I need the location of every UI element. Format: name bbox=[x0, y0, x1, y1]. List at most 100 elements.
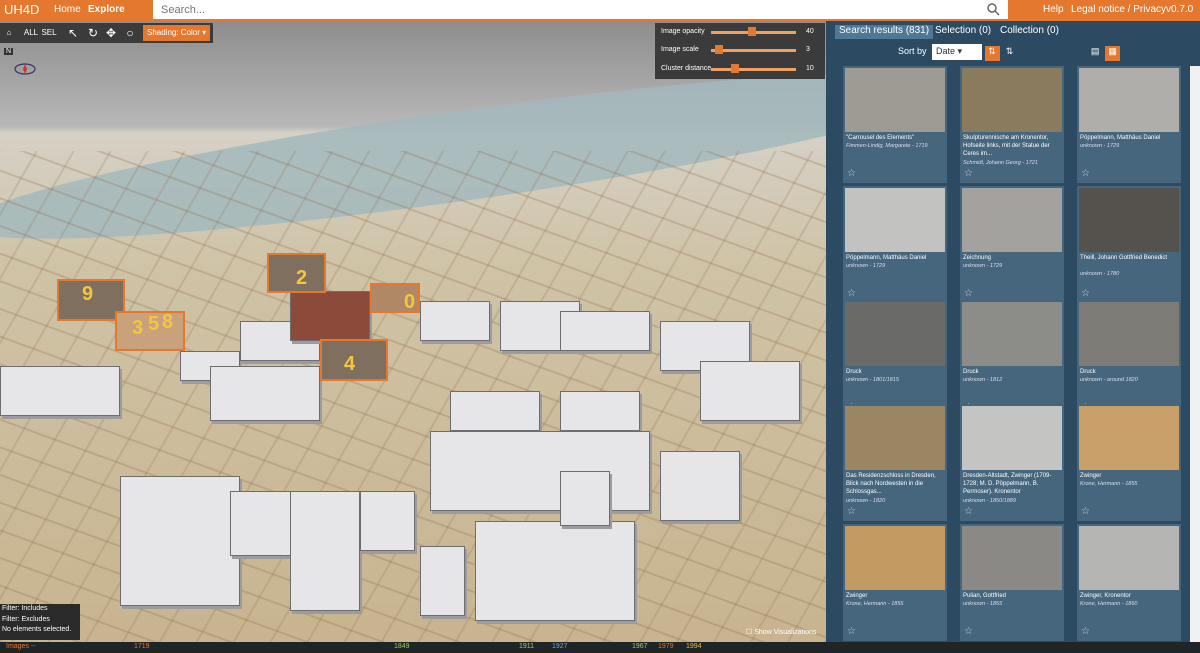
nav-home[interactable]: Home bbox=[54, 4, 81, 15]
home-icon[interactable]: ⌂ bbox=[0, 24, 18, 42]
slider-knob[interactable] bbox=[731, 64, 739, 73]
tab-collection[interactable]: Collection (0) bbox=[996, 25, 1063, 39]
cluster-count[interactable]: 4 bbox=[344, 353, 355, 376]
timeline[interactable]: Images -- 1719 1849 1911 1927 1967 1979 … bbox=[0, 642, 1200, 653]
zoom-sel-icon[interactable]: SEL bbox=[40, 24, 58, 42]
result-card[interactable]: Das Residenzschloss in Dresden, Blick na… bbox=[843, 404, 947, 521]
slider-knob[interactable] bbox=[748, 27, 756, 36]
cluster-count[interactable]: 5 bbox=[148, 313, 159, 336]
result-thumbnail[interactable] bbox=[962, 188, 1062, 252]
result-card[interactable]: Theill, Johann Gottfried Benedict unknown… bbox=[1077, 186, 1181, 303]
result-thumbnail[interactable] bbox=[962, 68, 1062, 132]
image-opacity-slider[interactable]: Image opacity 40 bbox=[661, 26, 821, 38]
image-scale-slider[interactable]: Image scale 3 bbox=[661, 44, 821, 56]
results-scrollbar[interactable] bbox=[1190, 66, 1200, 642]
result-thumbnail[interactable] bbox=[1079, 526, 1179, 590]
result-thumbnail[interactable] bbox=[962, 406, 1062, 470]
result-card[interactable]: Dresden-Altstadt, Zwinger (1709-1728; M.… bbox=[960, 404, 1064, 521]
select-icon[interactable]: ↖ bbox=[64, 24, 82, 42]
star-icon[interactable]: ☆ bbox=[847, 168, 856, 179]
sort-asc-icon[interactable]: ⇅ bbox=[1002, 46, 1017, 61]
star-icon[interactable]: ☆ bbox=[964, 626, 973, 637]
cluster-count[interactable]: 2 bbox=[296, 267, 307, 290]
result-card[interactable]: "Carrousel des Elements" Fimmen-Lindig, M… bbox=[843, 66, 947, 183]
building bbox=[450, 391, 540, 431]
building-highlighted bbox=[290, 291, 370, 341]
result-thumbnail[interactable] bbox=[845, 68, 945, 132]
slider-label: Image opacity bbox=[661, 28, 705, 35]
sort-select[interactable]: Date ▾ bbox=[932, 44, 983, 60]
star-icon[interactable]: ☆ bbox=[1081, 168, 1090, 179]
result-card[interactable]: Zeichnung unknown - 1729 ☆ bbox=[960, 186, 1064, 303]
filter-includes[interactable]: Filter: Includes bbox=[2, 605, 78, 612]
grid-view-icon[interactable]: ▦ bbox=[1105, 46, 1121, 61]
result-thumbnail[interactable] bbox=[962, 526, 1062, 590]
result-thumbnail[interactable] bbox=[1079, 406, 1179, 470]
result-card[interactable]: Druckunknown - around 1820☆ bbox=[1077, 300, 1181, 417]
sort-value: Date bbox=[936, 46, 956, 56]
list-view-icon[interactable]: ▤ bbox=[1088, 46, 1103, 61]
filter-excludes[interactable]: Filter: Excludes bbox=[2, 616, 78, 623]
nav-explore[interactable]: Explore bbox=[88, 4, 125, 15]
star-icon[interactable]: ☆ bbox=[1081, 626, 1090, 637]
compass[interactable]: N bbox=[4, 48, 40, 78]
cluster-count[interactable]: 0 bbox=[404, 291, 415, 314]
star-icon[interactable]: ☆ bbox=[1081, 506, 1090, 517]
star-icon[interactable]: ☆ bbox=[847, 506, 856, 517]
slider-track[interactable] bbox=[711, 49, 796, 52]
star-icon[interactable]: ☆ bbox=[1081, 288, 1090, 299]
shading-dropdown[interactable]: Shading: Color ▾ bbox=[143, 25, 210, 41]
result-card[interactable]: Pöppelmann, Matthäus Daniel unknown - 172… bbox=[1077, 66, 1181, 183]
slider-knob[interactable] bbox=[715, 45, 723, 54]
zoom-icon[interactable]: ○ bbox=[121, 24, 139, 42]
result-card[interactable]: Druckunknown - 1801/1815☆ bbox=[843, 300, 947, 417]
result-thumbnail[interactable] bbox=[845, 188, 945, 252]
card-author: Krone, Hermann - 1860 bbox=[1080, 601, 1138, 607]
result-thumbnail[interactable] bbox=[1079, 68, 1179, 132]
star-icon[interactable]: ☆ bbox=[847, 288, 856, 299]
result-card[interactable]: Pöppelmann, Matthäus Daniel unknown - 172… bbox=[843, 186, 947, 303]
result-card[interactable]: Druckunknown - 1812☆ bbox=[960, 300, 1064, 417]
search-input[interactable] bbox=[153, 0, 1008, 19]
orbit-icon[interactable]: ↻ bbox=[84, 24, 102, 42]
nav-help[interactable]: Help bbox=[1043, 4, 1064, 15]
card-title: Skulpturennische am Kronentor, Hofseite … bbox=[963, 135, 1050, 157]
cluster-count[interactable]: 9 bbox=[82, 283, 93, 306]
image-sliders-panel: Image opacity 40 Image scale 3 Cluster d… bbox=[655, 23, 825, 79]
tab-selection[interactable]: Selection (0) bbox=[931, 25, 995, 39]
result-card[interactable]: Zwinger, Kronentor Krone, Hermann - 1860 ☆ bbox=[1077, 524, 1181, 641]
star-icon[interactable]: ☆ bbox=[964, 506, 973, 517]
result-thumbnail[interactable] bbox=[1079, 302, 1179, 366]
result-thumbnail[interactable] bbox=[1079, 188, 1179, 252]
cluster-distance-slider[interactable]: Cluster distance 10 bbox=[661, 63, 821, 75]
sort-desc-icon[interactable]: ⇅ bbox=[984, 46, 1000, 61]
nav-legal[interactable]: Legal notice / Privacy bbox=[1071, 4, 1166, 15]
result-card[interactable]: Zwinger Krone, Hermann - 1855 ☆ bbox=[1077, 404, 1181, 521]
result-card[interactable]: Skulpturennische am Kronentor, Hofseite … bbox=[960, 66, 1064, 183]
building bbox=[430, 431, 650, 511]
app-logo[interactable]: UH4D bbox=[4, 2, 39, 17]
star-icon[interactable]: ☆ bbox=[964, 288, 973, 299]
building bbox=[420, 546, 465, 616]
card-title: Zwinger bbox=[846, 593, 868, 599]
result-card[interactable]: Zwinger Krone, Hermann - 1855 ☆ bbox=[843, 524, 947, 641]
cluster-count[interactable]: 8 bbox=[162, 311, 173, 334]
card-author: unknown - around 1820 bbox=[1080, 377, 1138, 383]
cluster-count[interactable]: 3 bbox=[132, 317, 143, 340]
timeline-year: 1994 bbox=[686, 643, 702, 650]
3d-viewport[interactable]: 9 2 0 3 5 8 4 bbox=[0, 21, 826, 642]
show-visualizations-toggle[interactable]: ☐ Show Visualizations bbox=[746, 628, 816, 636]
tab-search-results[interactable]: Search results (831) bbox=[835, 25, 934, 39]
star-icon[interactable]: ☆ bbox=[847, 626, 856, 637]
result-thumbnail[interactable] bbox=[962, 302, 1062, 366]
result-thumbnail[interactable] bbox=[845, 406, 945, 470]
result-thumbnail[interactable] bbox=[845, 526, 945, 590]
result-thumbnail[interactable] bbox=[845, 302, 945, 366]
result-card[interactable]: Pulian, Gottfried unknown - 1855 ☆ bbox=[960, 524, 1064, 641]
sort-bar: Sort by Date ▾ ⇅ ⇅ ▤ ▦ bbox=[898, 44, 1121, 61]
zoom-all-icon[interactable]: ALL bbox=[22, 24, 40, 42]
slider-track[interactable] bbox=[711, 68, 796, 71]
pan-icon[interactable]: ✥ bbox=[102, 24, 120, 42]
search-icon[interactable] bbox=[986, 2, 1000, 16]
star-icon[interactable]: ☆ bbox=[964, 168, 973, 179]
